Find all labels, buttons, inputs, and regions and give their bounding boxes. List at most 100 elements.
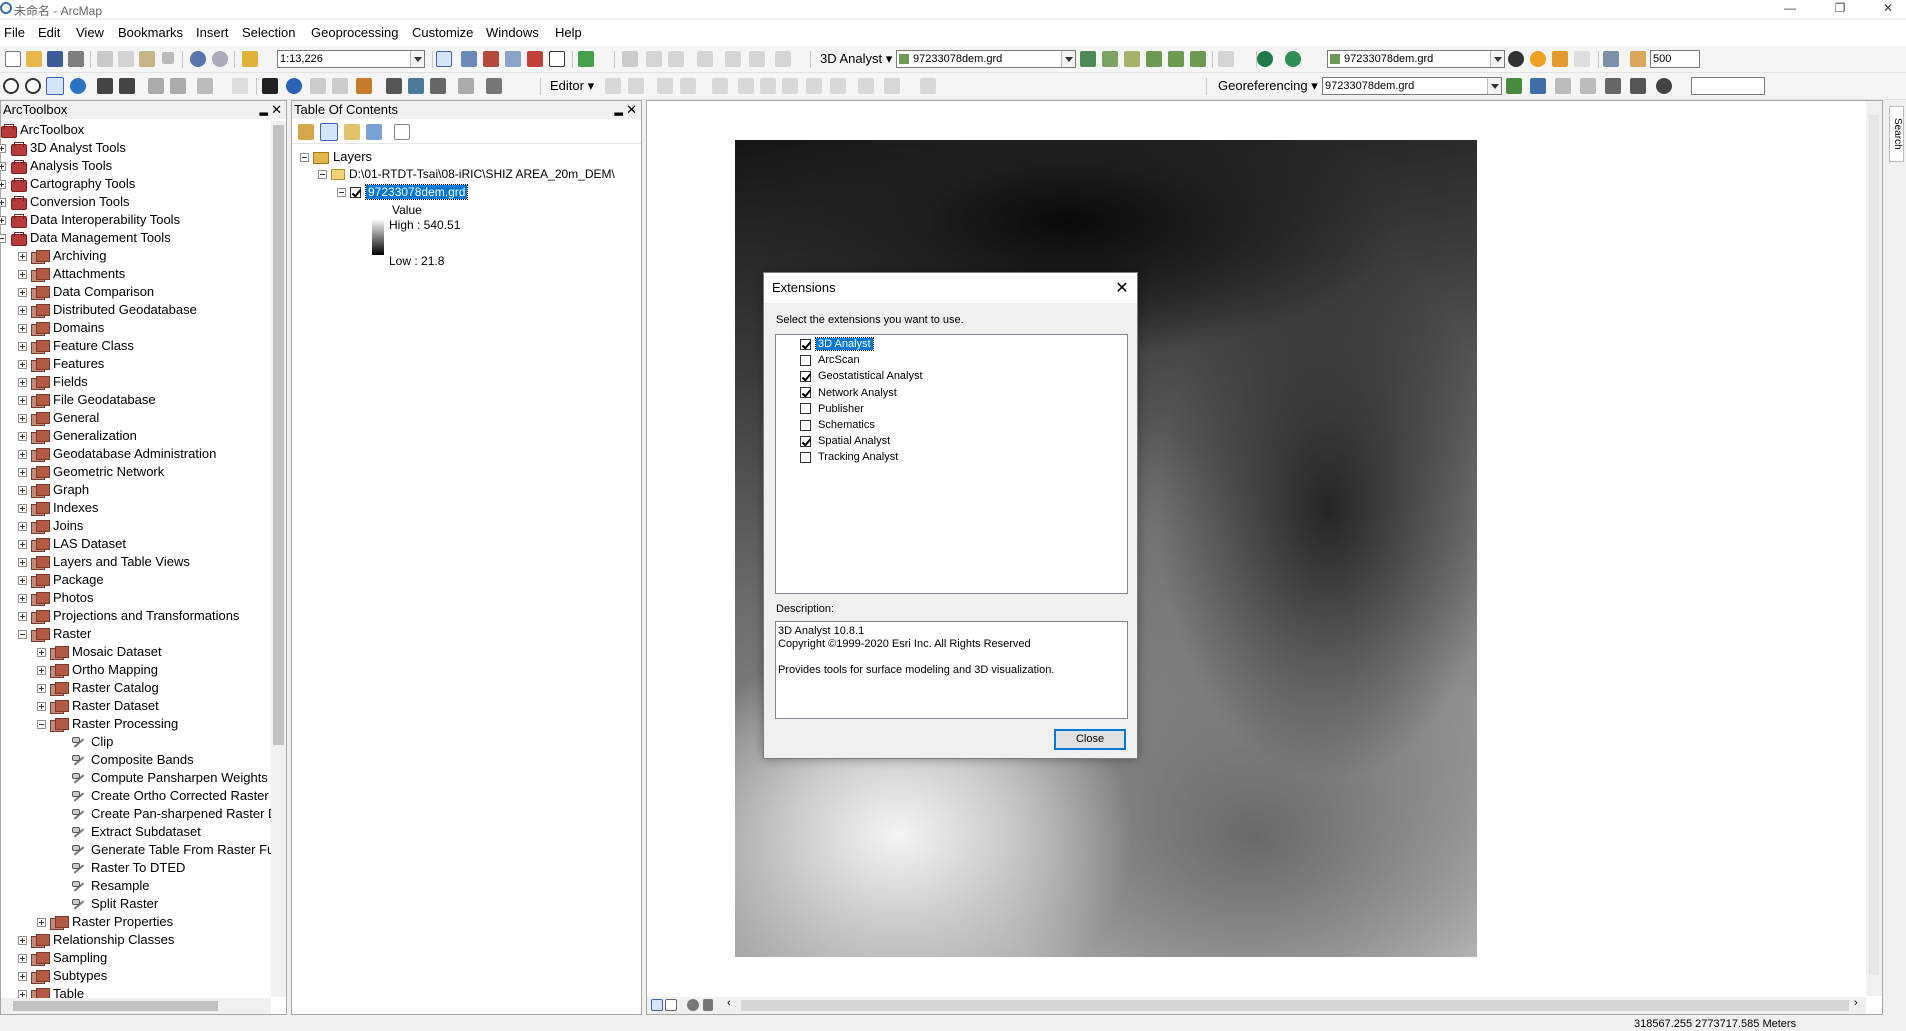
tool-generate-table-from-raster-fu-row[interactable]: Generate Table From Raster Fu: [56, 841, 274, 859]
toolset-raster-dataset-row[interactable]: Raster Dataset: [37, 697, 159, 715]
extension-checkbox[interactable]: [800, 387, 811, 399]
list-by-selection-icon[interactable]: [366, 124, 382, 140]
toolset-indexes-row[interactable]: Indexes: [18, 499, 99, 517]
toolset-raster-processing-row[interactable]: Raster Processing: [37, 715, 178, 733]
expand-icon[interactable]: [0, 144, 6, 154]
scale-icon[interactable]: [1580, 78, 1596, 94]
toc-options-icon[interactable]: [394, 124, 410, 140]
menu-bookmarks[interactable]: Bookmarks: [118, 25, 183, 40]
extension-publisher[interactable]: Publisher: [800, 402, 866, 417]
data-view-icon[interactable]: [651, 999, 663, 1011]
view-link-table-icon[interactable]: [1605, 78, 1621, 94]
expand-icon[interactable]: [18, 558, 27, 568]
expand-icon[interactable]: [18, 972, 27, 982]
extension-checkbox[interactable]: [800, 435, 811, 447]
arctoolbox-close-icon[interactable]: ✕: [271, 101, 282, 118]
rotate-tool-icon[interactable]: [738, 78, 754, 94]
expand-icon[interactable]: [18, 288, 27, 298]
toolbox-conversion-tools-row[interactable]: Conversion Tools: [0, 193, 129, 211]
toolbox-scroll-thumb[interactable]: [273, 125, 284, 745]
extensions-list[interactable]: 3D Analyst ArcScan Geostatistical Analyst N…: [775, 334, 1128, 594]
shift-icon[interactable]: [1555, 78, 1571, 94]
expand-icon[interactable]: [0, 180, 6, 190]
add-data-icon[interactable]: [242, 51, 258, 67]
expand-icon[interactable]: [18, 612, 27, 622]
map-vscroll-thumb[interactable]: [1869, 115, 1879, 975]
toolset-package-row[interactable]: Package: [18, 571, 104, 589]
extension-spatial-analyst[interactable]: Spatial Analyst: [800, 434, 892, 449]
restore-button[interactable]: ❐: [1822, 0, 1858, 18]
tool-raster-to-dted-row[interactable]: Raster To DTED: [56, 859, 185, 877]
collapse-icon[interactable]: [37, 720, 46, 730]
toolset-geometric-network-row[interactable]: Geometric Network: [18, 463, 164, 481]
split-tool-icon[interactable]: [712, 78, 728, 94]
pause-drawing-icon[interactable]: [703, 999, 713, 1011]
contrast-icon[interactable]: [1508, 51, 1524, 67]
trace-icon[interactable]: [680, 78, 696, 94]
tool-resample-row[interactable]: Resample: [56, 877, 150, 895]
expand-icon[interactable]: [18, 306, 27, 316]
toolbox-horizontal-scrollbar[interactable]: [1, 998, 271, 1014]
add-control-points-icon[interactable]: [1530, 78, 1546, 94]
toolset-raster-row[interactable]: Raster: [18, 625, 91, 643]
zoom-in-icon[interactable]: [3, 78, 19, 94]
edit-annotation-icon[interactable]: [628, 78, 644, 94]
extension-network-analyst[interactable]: Network Analyst: [800, 386, 899, 401]
copy-icon[interactable]: [118, 51, 134, 67]
interpolate-line-icon[interactable]: [1168, 51, 1184, 67]
menu-selection[interactable]: Selection: [242, 25, 295, 40]
layer-visibility-checkbox[interactable]: [350, 187, 361, 199]
extension-checkbox[interactable]: [800, 370, 811, 382]
save-icon[interactable]: [47, 51, 63, 67]
map-vertical-scrollbar[interactable]: [1866, 101, 1882, 996]
reshape-icon[interactable]: [697, 51, 713, 67]
sketch-tool-icon[interactable]: [646, 51, 662, 67]
menu-insert[interactable]: Insert: [196, 25, 229, 40]
clear-selection-icon[interactable]: [232, 78, 248, 94]
extension-checkbox[interactable]: [800, 451, 811, 463]
expand-icon[interactable]: [0, 198, 6, 208]
attributes-icon[interactable]: [806, 78, 822, 94]
toolset-feature-class-row[interactable]: Feature Class: [18, 337, 134, 355]
extension-checkbox[interactable]: [800, 403, 811, 415]
toolset-raster-catalog-row[interactable]: Raster Catalog: [37, 679, 159, 697]
toolset-generalization-row[interactable]: Generalization: [18, 427, 137, 445]
hyperlink-icon[interactable]: [310, 78, 326, 94]
rotate-icon[interactable]: [775, 51, 791, 67]
toolset-domains-row[interactable]: Domains: [18, 319, 104, 337]
toc-pin-icon[interactable]: ▂: [615, 102, 623, 119]
toolbox-analysis-tools-row[interactable]: Analysis Tools: [0, 157, 112, 175]
split-icon[interactable]: [749, 51, 765, 67]
extension-checkbox[interactable]: [800, 338, 811, 350]
measure-icon[interactable]: [356, 78, 372, 94]
layout-view-icon[interactable]: [665, 999, 677, 1011]
scroll-right-icon[interactable]: ›: [1854, 997, 1858, 1009]
straight-segment-icon[interactable]: [668, 51, 684, 67]
list-by-source-icon[interactable]: [320, 123, 338, 141]
arcglobe-icon[interactable]: [1285, 51, 1301, 67]
fixed-zoom-out-icon[interactable]: [119, 78, 135, 94]
expand-icon[interactable]: [18, 270, 27, 280]
undo-icon[interactable]: [190, 51, 206, 67]
georeferencing-layer-combo[interactable]: 97233078dem.grd: [1322, 77, 1502, 95]
search-side-tab[interactable]: Search: [1889, 106, 1904, 162]
viewer-icon[interactable]: [1630, 78, 1646, 94]
tool-clip-row[interactable]: Clip: [56, 733, 113, 751]
layers-row[interactable]: Layers: [300, 149, 372, 164]
toolset-ortho-mapping-row[interactable]: Ortho Mapping: [37, 661, 158, 679]
toolset-sampling-row[interactable]: Sampling: [18, 949, 107, 967]
toolbox-3d-analyst-tools-row[interactable]: 3D Analyst Tools: [0, 139, 126, 157]
interpolate-point-icon[interactable]: [1146, 51, 1162, 67]
search-window-icon[interactable]: [505, 51, 521, 67]
image-analysis-icon[interactable]: [1603, 51, 1619, 67]
layer-row[interactable]: 97233078dem.grd: [337, 184, 469, 200]
find-icon[interactable]: [386, 78, 402, 94]
brightness-icon[interactable]: [1530, 51, 1546, 67]
menu-windows[interactable]: Windows: [486, 25, 539, 40]
cut-polygons-icon[interactable]: [760, 78, 776, 94]
new-document-icon[interactable]: [5, 51, 21, 67]
open-folder-icon[interactable]: [26, 51, 42, 67]
interpolate-polygon-icon[interactable]: [1190, 51, 1206, 67]
extension-label[interactable]: Schematics: [816, 419, 877, 431]
create-contours-icon[interactable]: [1080, 51, 1096, 67]
